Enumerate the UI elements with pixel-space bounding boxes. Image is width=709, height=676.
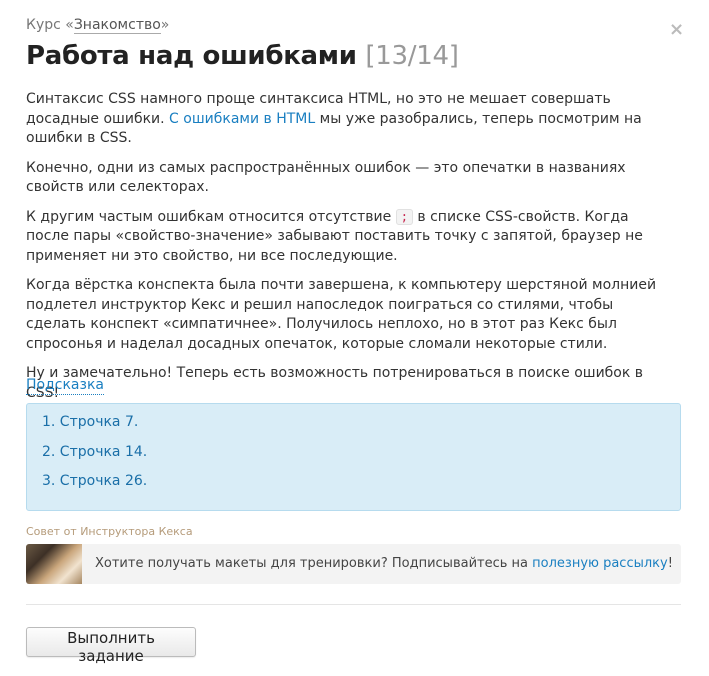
course-link[interactable]: Знакомство bbox=[73, 17, 161, 34]
hint-item: 2. Строчка 14. bbox=[42, 444, 148, 460]
course-suffix: » bbox=[160, 17, 170, 33]
instructor-avatar bbox=[26, 544, 82, 584]
newsletter-link[interactable]: полезную рассылку bbox=[532, 556, 668, 571]
paragraph-1: Синтаксис CSS намного проще синтаксиса H… bbox=[26, 90, 666, 149]
close-icon[interactable]: × bbox=[669, 20, 684, 40]
task-description: Синтаксис CSS намного проще синтаксиса H… bbox=[26, 90, 666, 413]
tip-text-end: ! bbox=[667, 556, 673, 571]
paragraph-4: Когда вёрстка конспекта была почти завер… bbox=[26, 277, 657, 352]
paragraph-5: Ну и замечательно! Теперь есть возможнос… bbox=[26, 365, 644, 401]
tip-text: Хотите получать макеты для тренировки? П… bbox=[95, 556, 673, 571]
title-text: Работа над ошибками bbox=[26, 41, 357, 71]
paragraph-3-text: К другим частым ошибкам относится отсутс… bbox=[26, 208, 396, 225]
hint-item: 3. Строчка 26. bbox=[42, 473, 148, 489]
hint-toggle-link[interactable]: Подсказка bbox=[26, 377, 104, 395]
paragraph-3: К другим частым ошибкам относится отсутс… bbox=[26, 208, 666, 267]
submit-task-button[interactable]: Выполнить задание bbox=[26, 627, 196, 665]
page-title: Работа над ошибками [13/14] bbox=[26, 41, 459, 71]
html-errors-link[interactable]: С ошибками в HTML bbox=[169, 111, 315, 127]
course-breadcrumb: Курс «Знакомство» bbox=[26, 17, 170, 34]
step-counter: [13/14] bbox=[365, 41, 459, 71]
course-prefix: Курс « bbox=[26, 17, 74, 33]
hint-box: 1. Строчка 7. 2. Строчка 14. 3. Строчка … bbox=[26, 403, 681, 511]
instructor-tip: Хотите получать макеты для тренировки? П… bbox=[26, 544, 681, 584]
semicolon-code: ; bbox=[395, 208, 413, 225]
tip-text-start: Хотите получать макеты для тренировки? П… bbox=[95, 556, 533, 571]
divider bbox=[26, 604, 681, 605]
hint-item: 1. Строчка 7. bbox=[42, 414, 139, 430]
paragraph-2: Конечно, одни из самых распространённых … bbox=[26, 159, 626, 196]
tip-caption: Совет от Инструктора Кекса bbox=[26, 525, 193, 538]
